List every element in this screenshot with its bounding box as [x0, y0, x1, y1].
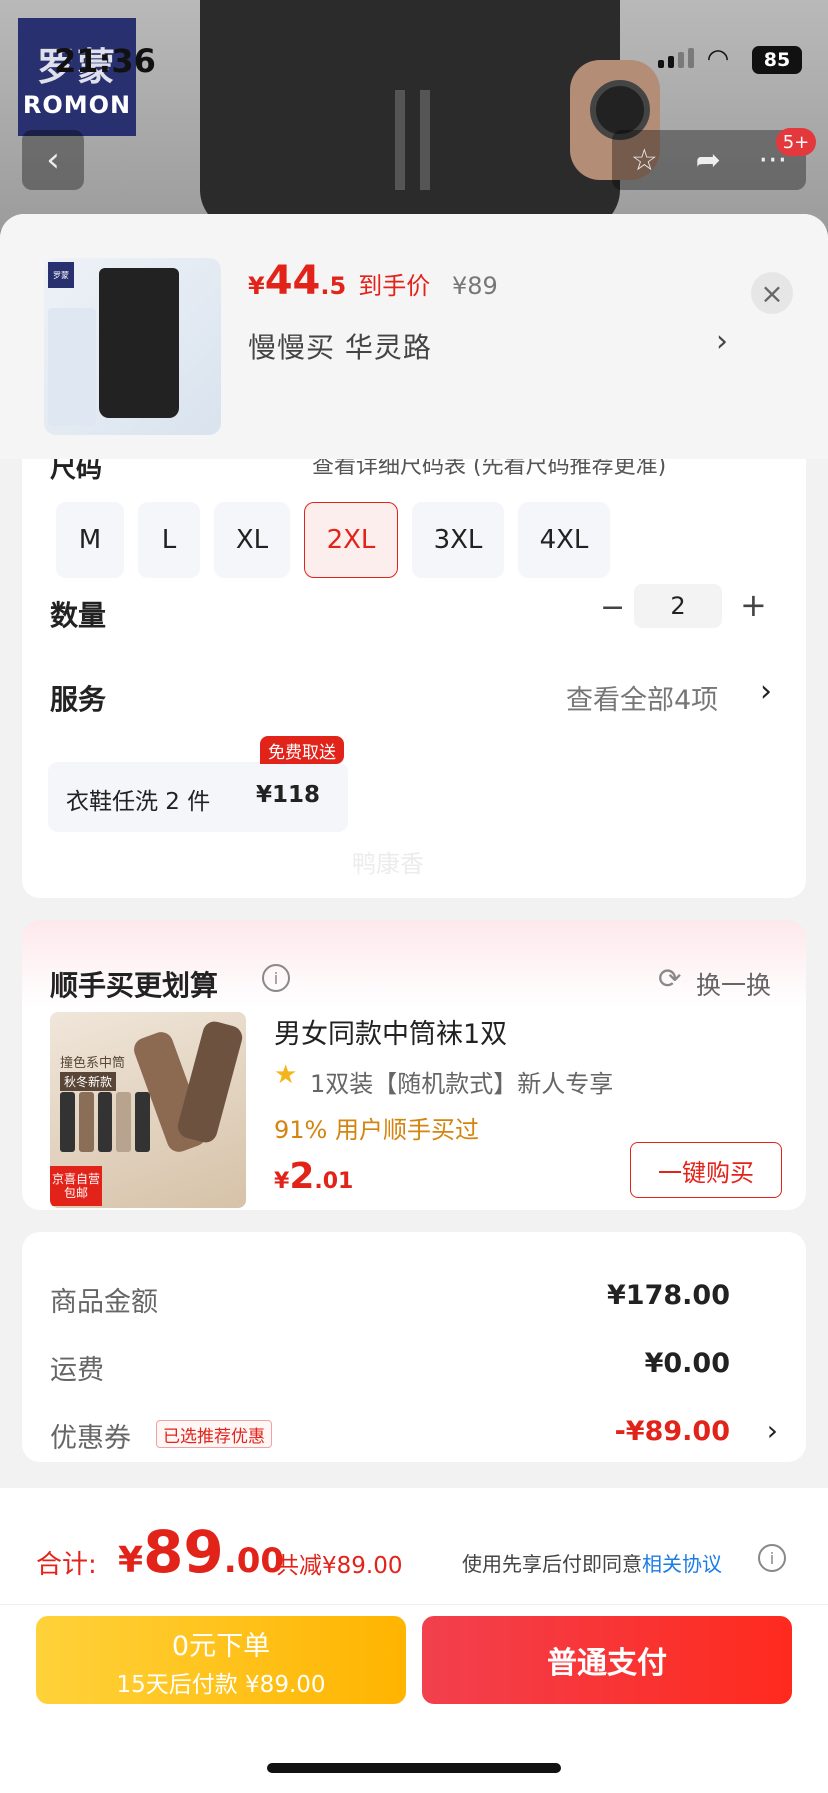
refresh-button[interactable]: 换一换 [696, 966, 771, 1002]
selected-variant[interactable]: 慢慢买 华灵路 [248, 326, 432, 366]
quantity-increase-button[interactable]: + [740, 586, 767, 624]
info-icon[interactable]: i [758, 1544, 786, 1572]
image-subcaption: 秋冬新款 [60, 1072, 117, 1091]
coupon-value: -¥89.00 [614, 1416, 730, 1447]
summary-row: 运费 ¥0.00 [50, 1348, 778, 1388]
size-option[interactable]: 4XL [518, 502, 610, 578]
order-summary-card: 商品金额 ¥178.00 运费 ¥0.00 优惠券 已选推荐优惠 -¥89.00… [22, 1232, 806, 1462]
final-price: ¥ 44 .5 到手价 [248, 258, 430, 304]
price-symbol: ¥ [248, 272, 265, 300]
star-icon: ★ [274, 1060, 298, 1090]
thumbnail-info-card [48, 308, 96, 426]
price-tag: 到手价 [358, 272, 431, 300]
spec-card: 尺码 查看详细尺码表 (先看尺码推荐更准) M L XL 2XL 3XL 4XL… [22, 384, 806, 898]
size-option[interactable]: XL [214, 502, 290, 578]
summary-key: 运费 [50, 1355, 104, 1386]
service-view-all[interactable]: 查看全部4项 [566, 678, 718, 717]
quantity-decrease-button[interactable]: − [600, 590, 625, 625]
close-button[interactable]: × [751, 272, 793, 314]
coupon-row[interactable]: 优惠券 已选推荐优惠 -¥89.00 › [50, 1414, 778, 1456]
pay-later-button[interactable]: 0元下单 15天后付款 ¥89.00 [36, 1616, 406, 1704]
addon-price-decimal: .01 [314, 1169, 354, 1194]
size-option[interactable]: L [138, 502, 200, 578]
addon-product-desc: 1双装【随机款式】新人专享 [310, 1070, 614, 1098]
agreement-link[interactable]: 相关协议 [642, 1552, 722, 1576]
quantity-input[interactable]: 2 [634, 584, 722, 628]
image-caption: 撞色系中筒 [60, 1056, 126, 1071]
service-option[interactable]: 衣鞋任洗 2 件 ¥118 [48, 762, 348, 832]
addon-product-image[interactable]: 撞色系中筒 秋冬新款 京喜自营 包邮 [50, 1012, 246, 1208]
total-symbol: ¥ [118, 1540, 144, 1581]
shipping-badge: 京喜自营 包邮 [50, 1166, 102, 1206]
total-price: ¥ 89 .00 [118, 1518, 284, 1586]
coupon-tag: 已选推荐优惠 [156, 1420, 272, 1448]
close-icon: × [760, 276, 784, 310]
addon-price-integer: 2 [289, 1156, 315, 1197]
summary-value: ¥0.00 [644, 1348, 730, 1379]
share-icon[interactable]: ➦ [696, 143, 721, 178]
pay-later-subtitle: 15天后付款 ¥89.00 [116, 1672, 326, 1698]
message-badge: 5+ [776, 128, 816, 156]
star-icon[interactable]: ☆ [631, 143, 658, 178]
addon-product-name[interactable]: 男女同款中筒袜1双 [274, 1012, 507, 1051]
total-label: 合计: [36, 1550, 97, 1580]
chevron-right-icon[interactable]: › [716, 324, 728, 359]
total-discount: 共减¥89.00 [276, 1553, 403, 1579]
thumbnail-logo: 罗蒙 [48, 262, 74, 288]
service-label: 服务 [50, 683, 107, 716]
checkout-bar: 合计: ¥ 89 .00 共减¥89.00 使用先享后付即同意相关协议 i 0元… [0, 1488, 828, 1793]
jd-label: 京喜自营 [51, 1171, 100, 1186]
addon-card: 顺手买更划算 i ⟳ 换一换 撞色系中筒 秋冬新款 京喜自营 包邮 男女同款中筒… [22, 920, 806, 1210]
summary-key: 优惠券 [50, 1423, 131, 1454]
info-icon[interactable]: i [262, 964, 290, 992]
summary-key: 商品金额 [50, 1287, 158, 1318]
summary-value: ¥178.00 [607, 1280, 730, 1311]
chevron-right-icon[interactable]: › [760, 674, 772, 709]
product-thumbnail[interactable]: 罗蒙 [44, 258, 221, 435]
one-click-buy-button[interactable]: 一键购买 [630, 1142, 782, 1198]
service-name: 衣鞋任洗 2 件 [66, 789, 211, 815]
chevron-right-icon[interactable]: › [767, 1414, 778, 1447]
signal-icon [658, 48, 694, 68]
battery-icon: 85 [752, 46, 802, 74]
divider [0, 1604, 828, 1605]
summary-row: 商品金额 ¥178.00 [50, 1280, 778, 1320]
service-price: ¥118 [256, 782, 321, 808]
home-indicator [267, 1763, 561, 1773]
price-decimal: .5 [320, 272, 347, 300]
watermark: 鸭康香 [352, 850, 424, 878]
size-option[interactable]: M [56, 502, 124, 578]
pay-later-title: 0元下单 [171, 1631, 271, 1662]
service-badge: 免费取送 [260, 736, 344, 764]
total-integer: 89 [143, 1518, 224, 1586]
addon-price: ¥ 2 .01 [274, 1156, 353, 1197]
addon-title: 顺手买更划算 [50, 969, 219, 1002]
quantity-label: 数量 [50, 599, 107, 632]
size-option-selected[interactable]: 2XL [304, 502, 398, 578]
agreement-text: 使用先享后付即同意相关协议 [462, 1548, 722, 1577]
back-button[interactable]: ‹ [22, 130, 84, 190]
thumbnail-pants [99, 268, 179, 418]
sock-colors [60, 1092, 150, 1152]
sheet-header: 罗蒙 ¥ 44 .5 到手价 ¥89 × 慢慢买 华灵路 › [0, 214, 828, 459]
normal-pay-button[interactable]: 普通支付 [422, 1616, 792, 1704]
agreement-prefix: 使用先享后付即同意 [462, 1552, 642, 1576]
status-bar: 21:36 ◠ 85 [0, 0, 828, 110]
original-price: ¥89 [452, 272, 498, 300]
size-option[interactable]: 3XL [412, 502, 504, 578]
wifi-icon: ◠ [708, 44, 728, 74]
back-arrow-icon: ‹ [46, 140, 60, 180]
addon-price-symbol: ¥ [274, 1169, 290, 1194]
status-time: 21:36 [54, 42, 156, 80]
refresh-icon[interactable]: ⟳ [658, 962, 681, 995]
size-options: M L XL 2XL 3XL 4XL [56, 502, 610, 578]
total-decimal: .00 [223, 1541, 285, 1581]
addon-purchase-rate: 91% 用户顺手买过 [274, 1116, 479, 1144]
ship-label: 包邮 [63, 1186, 88, 1200]
price-integer: 44 [264, 258, 321, 304]
